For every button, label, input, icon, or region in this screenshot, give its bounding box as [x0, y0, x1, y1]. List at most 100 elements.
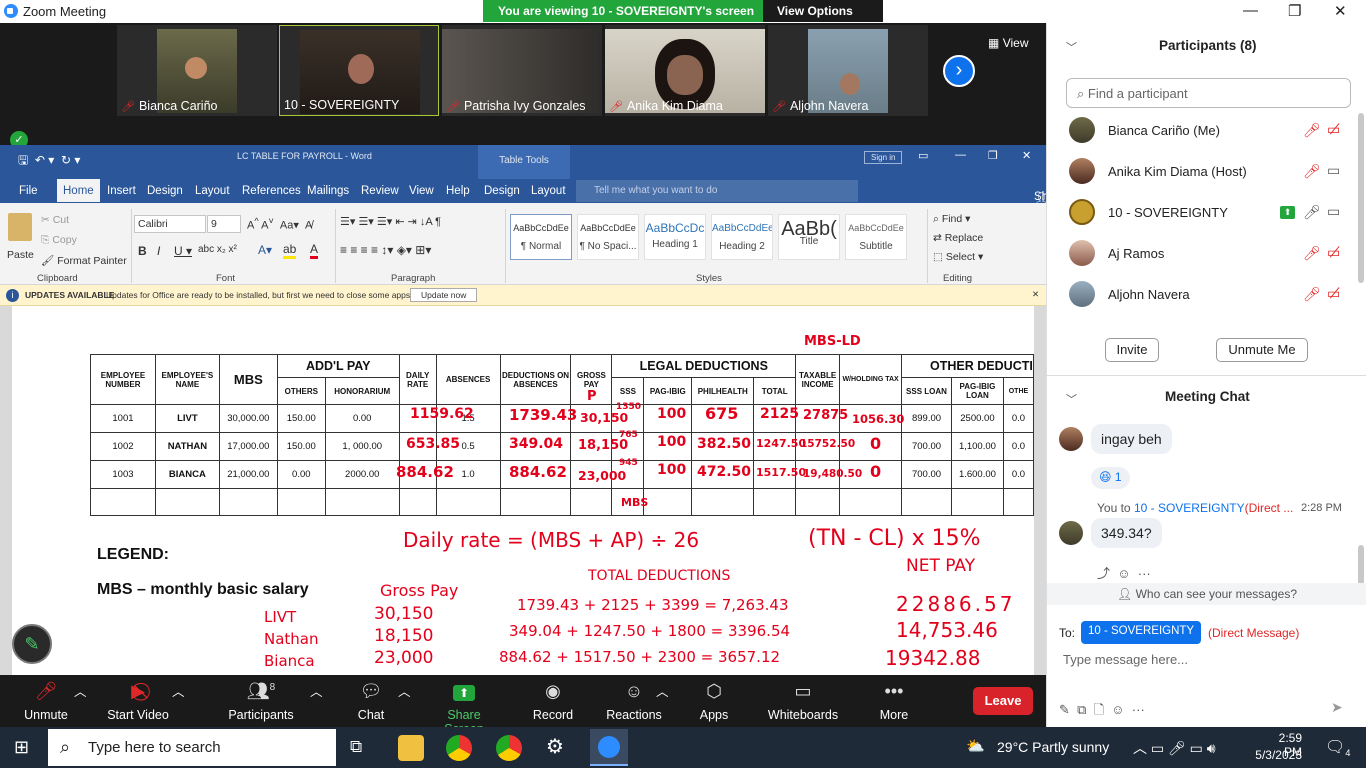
tab-design[interactable]: Design [147, 185, 183, 197]
paste-button[interactable]: Paste [7, 249, 34, 261]
more-icon[interactable]: ··· [1138, 566, 1151, 581]
participant-row[interactable]: Aljohn Navera 🎤︎ ▭̸ [1047, 275, 1352, 316]
replace-button[interactable]: ⇄ Replace [933, 232, 983, 244]
windows-start-icon[interactable]: ⊞ [14, 737, 29, 758]
leave-button[interactable]: Leave [973, 687, 1033, 715]
font-size-select[interactable]: 9 [207, 215, 241, 233]
find-participant-input[interactable]: ⌕ Find a participant [1066, 78, 1351, 108]
word-close-icon[interactable]: ✕ [1022, 149, 1031, 162]
whiteboards-button[interactable]: ▭ Whiteboards [765, 681, 841, 722]
video-tile[interactable]: 🎤︎ Bianca Cariño [117, 25, 277, 116]
tray-icons[interactable]: ︿ ▭ 🎤︎ ▭ 🔊︎ [1133, 738, 1216, 758]
annotate-pencil-icon[interactable]: ✎ [12, 624, 52, 664]
video-tile-active[interactable]: 10 - SOVEREIGNTY [279, 25, 439, 116]
apps-button[interactable]: ⬡ Apps [695, 681, 733, 722]
tab-insert[interactable]: Insert [107, 185, 136, 197]
mic-on-icon[interactable]: 🎤︎ [1303, 204, 1321, 221]
redo-icon[interactable]: ↻ [61, 153, 71, 167]
file-explorer-icon[interactable] [398, 735, 424, 761]
video-tile[interactable]: 🎤︎ Anika Kim Diama [605, 25, 765, 116]
weather-icon[interactable]: ⛅ [966, 737, 985, 755]
participant-row[interactable]: Bianca Cariño (Me) 🎤︎ ▭̸ [1047, 111, 1352, 152]
mic-muted-icon[interactable]: 🎤︎ [1303, 163, 1321, 180]
chevron-up-icon[interactable]: ︿ [656, 681, 669, 700]
tab-table-layout[interactable]: Layout [531, 185, 566, 197]
participant-row[interactable]: Aj Ramos 🎤︎ ▭̸ [1047, 234, 1352, 275]
participant-row[interactable]: Anika Kim Diama (Host) 🎤︎ ▭ [1047, 152, 1352, 193]
collapse-chevron-icon[interactable]: ﹀ [1066, 39, 1077, 55]
chevron-up-icon[interactable]: ︿ [310, 681, 323, 700]
tab-view[interactable]: View [409, 185, 434, 197]
style-no-spacing[interactable]: AaBbCcDdEe ¶ No Spaci... [577, 214, 639, 260]
tell-me-search[interactable]: Tell me what you want to do [576, 180, 858, 202]
participants-scrollbar[interactable] [1358, 113, 1364, 283]
restore-icon[interactable]: ❐ [1288, 2, 1301, 20]
word-minimize-icon[interactable]: — [955, 149, 966, 161]
video-off-icon[interactable]: ▭̸ [1327, 285, 1340, 302]
ribbon-display-icon[interactable]: ▭ [918, 149, 928, 162]
weather-text[interactable]: 29°C Partly sunny [997, 739, 1109, 755]
style-title[interactable]: AaBb(Title [778, 214, 840, 260]
chevron-up-icon[interactable]: ︿ [172, 681, 185, 700]
highlight-icon[interactable]: ab [283, 242, 297, 259]
record-button[interactable]: ◉ Record [532, 681, 574, 722]
update-now-button[interactable]: Update now [410, 288, 478, 302]
collapse-chevron-icon[interactable]: ﹀ [1066, 391, 1077, 407]
bullets-icon[interactable]: ☰▾ ☰▾ ☰▾ ⇤ ⇥ ↓A ¶ [340, 215, 441, 228]
close-bar-icon[interactable]: ✕ [1032, 289, 1039, 300]
send-icon[interactable]: ➤ [1331, 699, 1343, 716]
settings-icon[interactable]: ⚙ [546, 734, 564, 759]
select-button[interactable]: ⬚ Select ▾ [933, 251, 983, 263]
invite-button[interactable]: Invite [1105, 338, 1159, 362]
video-on-icon[interactable]: ▭ [1327, 162, 1340, 179]
paste-icon[interactable] [8, 213, 32, 241]
chat-button[interactable]: 💬︎ Chat [350, 681, 392, 722]
participant-row[interactable]: 10 - SOVEREIGNTY ⬆ 🎤︎ ▭ [1047, 193, 1352, 234]
start-video-button[interactable]: ▶︎⃠ Start Video [104, 681, 172, 722]
video-off-icon[interactable]: ▭̸ [1327, 244, 1340, 261]
quick-access-toolbar[interactable]: 🖫 ↶ ▾ ↻ ▾ [18, 151, 80, 172]
close-icon[interactable]: ✕ [1334, 2, 1347, 20]
document-page[interactable]: EMPLOYEE NUMBER EMPLOYEE'S NAME MBS ADD'… [12, 306, 1034, 675]
who-can-see-link[interactable]: 👤︎ Who can see your messages? [1047, 583, 1366, 605]
italic-icon[interactable]: I [157, 244, 160, 258]
font-grow-icon[interactable]: A^ A˅ Aa▾ A̸ [247, 216, 312, 232]
video-tile[interactable]: 🎤︎ Aljohn Navera [768, 25, 928, 116]
tab-home[interactable]: Home [57, 179, 100, 202]
chrome-profile-icon[interactable] [496, 735, 522, 761]
more-button[interactable]: ••• More [876, 681, 912, 722]
emoji-icon[interactable]: ☺ [1117, 566, 1130, 581]
tab-layout[interactable]: Layout [195, 185, 230, 197]
unmute-button[interactable]: 🎤︎ Unmute [20, 681, 72, 722]
chat-input[interactable]: Type message here... [1063, 652, 1353, 674]
text-effects-icon[interactable]: A▾ [258, 243, 272, 257]
recipient-select[interactable]: 10 - SOVEREIGNTY ⌄ [1081, 621, 1201, 651]
sign-in-button[interactable]: Sign in [864, 151, 903, 164]
chrome-icon[interactable] [446, 735, 472, 761]
chat-scrollbar[interactable] [1358, 545, 1364, 585]
mic-muted-icon[interactable]: 🎤︎ [1303, 286, 1321, 303]
view-button[interactable]: ▦ View [988, 36, 1028, 50]
taskbar-search[interactable]: ⌕ Type here to search [48, 729, 336, 766]
tab-help[interactable]: Help [446, 185, 470, 197]
style-subtitle[interactable]: AaBbCcDdEe Subtitle [845, 214, 907, 260]
video-off-icon[interactable]: ▭̸ [1327, 121, 1340, 138]
video-tile[interactable]: 🎤︎ Patrisha Ivy Gonzales [442, 25, 602, 116]
save-icon[interactable]: 🖫 [18, 153, 28, 167]
bold-icon[interactable]: B [138, 244, 147, 258]
reaction-badge[interactable]: 😆 1 [1091, 467, 1130, 489]
copy-button[interactable]: ⎘ Copy [41, 234, 77, 247]
chevron-up-icon[interactable]: ︿ [398, 681, 411, 700]
tab-review[interactable]: Review [361, 185, 399, 197]
mic-muted-icon[interactable]: 🎤︎ [1303, 245, 1321, 262]
font-name-select[interactable]: Calibri [134, 215, 206, 233]
video-on-icon[interactable]: ▭ [1327, 203, 1340, 220]
participants-button[interactable]: 👥︎8 Participants [226, 681, 296, 722]
message-actions[interactable]: ⤴ ☺ ··· [1097, 563, 1151, 582]
tab-mailings[interactable]: Mailings [307, 185, 349, 197]
minimize-icon[interactable]: — [1243, 2, 1258, 19]
cut-button[interactable]: ✂ Cut [41, 214, 69, 226]
find-button[interactable]: ⌕ Find ▾ [933, 213, 970, 226]
reply-icon[interactable]: ⤴ [1097, 566, 1110, 581]
task-view-icon[interactable]: ⧉ [350, 737, 362, 757]
